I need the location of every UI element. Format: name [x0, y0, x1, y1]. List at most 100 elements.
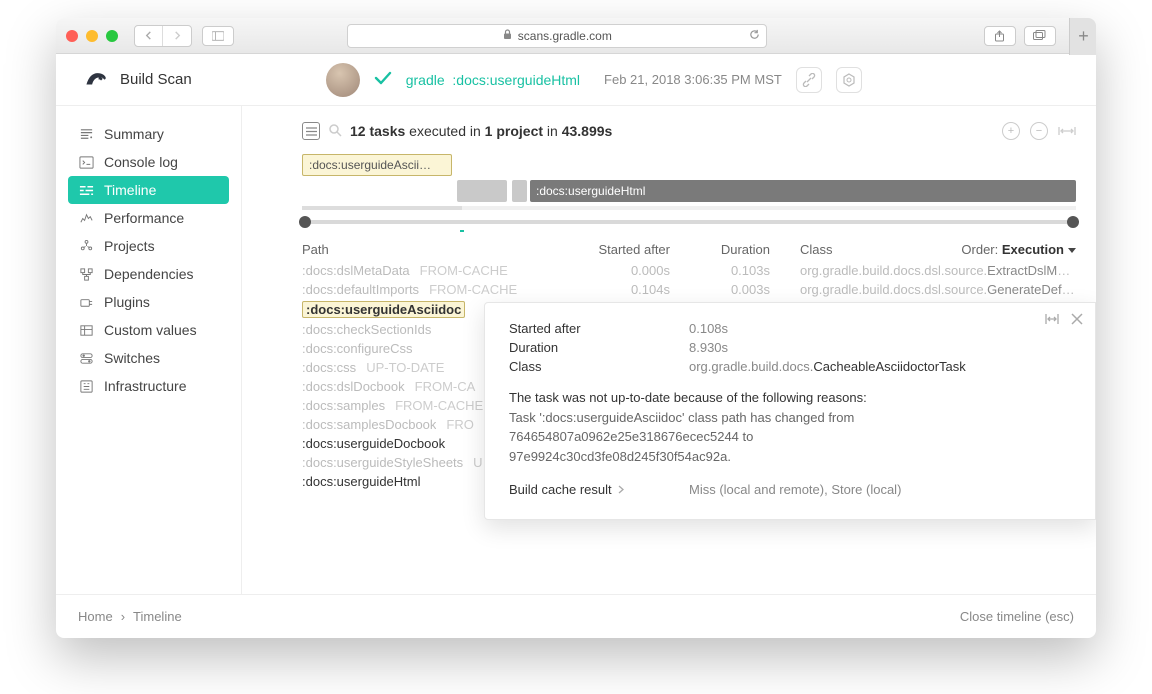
detail-duration-value: 8.930s: [689, 340, 728, 355]
table-header: Path Started after Duration Class Order:…: [302, 238, 1076, 261]
sidebar-item-switches[interactable]: Switches: [68, 344, 229, 372]
sidebar-item-console[interactable]: Console log: [68, 148, 229, 176]
sidebar-item-projects[interactable]: Projects: [68, 232, 229, 260]
sidebar-item-performance[interactable]: Performance: [68, 204, 229, 232]
sidebar-item-timeline[interactable]: Timeline: [68, 176, 229, 204]
gradle-icon: [84, 68, 110, 92]
detail-duration-label: Duration: [509, 340, 689, 355]
detail-started-value: 0.108s: [689, 321, 728, 336]
app-header: Build Scan gradle :docs:userguideHtml Fe…: [56, 54, 1096, 106]
sidebar-label: Infrastructure: [104, 378, 186, 394]
table-row[interactable]: :docs:dslMetaDataFROM-CACHE0.000s0.103so…: [302, 261, 1076, 280]
minimize-window-button[interactable]: [86, 30, 98, 42]
plugins-icon: [78, 295, 94, 310]
avatar[interactable]: [326, 63, 360, 97]
new-tab-button[interactable]: +: [1069, 18, 1096, 55]
dependencies-icon: [78, 267, 94, 282]
sidebar-label: Dependencies: [104, 266, 194, 282]
timeline-axis[interactable]: [302, 220, 1076, 224]
gantt-chip-selected[interactable]: :docs:userguideAscii…: [302, 154, 452, 176]
footer: Home › Timeline Close timeline (esc): [56, 594, 1096, 638]
sidebar-label: Switches: [104, 350, 160, 366]
search-icon[interactable]: [328, 123, 342, 140]
summary-text: 12 tasks executed in 1 project in 43.899…: [350, 123, 612, 139]
sidebar-label: Timeline: [104, 182, 156, 198]
sidebar-item-custom-values[interactable]: Custom values: [68, 316, 229, 344]
close-icon[interactable]: [1071, 313, 1083, 328]
tabs-button[interactable]: [1024, 26, 1056, 46]
console-icon: [78, 155, 94, 170]
app-logo[interactable]: Build Scan: [84, 68, 192, 92]
link-icon[interactable]: [796, 67, 822, 93]
custom-values-icon: [78, 323, 94, 338]
breadcrumb-sep: ›: [121, 609, 125, 624]
zoom-out-button[interactable]: −: [1030, 122, 1048, 140]
table-row[interactable]: :docs:defaultImportsFROM-CACHE0.104s0.00…: [302, 280, 1076, 299]
reload-icon[interactable]: [749, 29, 760, 43]
zoom-window-button[interactable]: [106, 30, 118, 42]
lock-icon: [503, 29, 512, 43]
sidebar-label: Plugins: [104, 294, 150, 310]
build-name[interactable]: gradle :docs:userguideHtml: [406, 72, 580, 88]
sidebar-label: Projects: [104, 238, 155, 254]
back-button[interactable]: [135, 26, 163, 46]
success-check-icon: [374, 69, 392, 90]
sidebar-label: Console log: [104, 154, 178, 170]
sidebar: Summary Console log Timeline Performance…: [56, 106, 242, 594]
sidebar-label: Custom values: [104, 322, 197, 338]
col-order[interactable]: Order: Execution: [860, 242, 1076, 257]
col-class[interactable]: Class: [770, 242, 860, 257]
projects-icon: [78, 239, 94, 254]
share-button[interactable]: [984, 26, 1016, 46]
sidebar-label: Performance: [104, 210, 184, 226]
detail-class-value: org.gradle.build.docs.CacheableAsciidoct…: [689, 359, 966, 374]
gantt-chip[interactable]: [512, 180, 527, 202]
sidebar-toggle-button[interactable]: [202, 26, 234, 46]
build-timestamp: Feb 21, 2018 3:06:35 PM MST: [604, 72, 782, 87]
detail-cache-value: Miss (local and remote), Store (local): [689, 482, 901, 497]
forward-button[interactable]: [163, 26, 191, 46]
timeline-tools: + −: [1002, 122, 1076, 140]
timeline-icon: [78, 183, 94, 198]
switches-icon: [78, 351, 94, 366]
detail-started-label: Started after: [509, 321, 689, 336]
settings-hex-icon[interactable]: [836, 67, 862, 93]
zoom-in-button[interactable]: +: [1002, 122, 1020, 140]
sidebar-item-infrastructure[interactable]: Infrastructure: [68, 372, 229, 400]
list-view-icon[interactable]: [302, 122, 320, 140]
detail-reason: The task was not up-to-date because of t…: [509, 388, 949, 466]
breadcrumb: Home › Timeline: [78, 609, 182, 624]
window-controls: [66, 30, 118, 42]
app-title: Build Scan: [120, 71, 192, 88]
summary-line: 12 tasks executed in 1 project in 43.899…: [302, 122, 1076, 140]
main-panel: 12 tasks executed in 1 project in 43.899…: [242, 106, 1096, 594]
gantt-chip[interactable]: [457, 180, 507, 202]
breadcrumb-home[interactable]: Home: [78, 609, 113, 624]
task-details-panel: Started after 0.108s Duration 8.930s Cla…: [484, 302, 1096, 520]
close-timeline-link[interactable]: Close timeline (esc): [960, 609, 1074, 624]
col-started[interactable]: Started after: [570, 242, 670, 257]
nav-buttons: [134, 25, 192, 47]
chevron-right-icon: [618, 485, 625, 494]
gantt-chip-current[interactable]: :docs:userguideHtml: [530, 180, 1076, 202]
detail-class-label: Class: [509, 359, 689, 374]
fit-width-icon[interactable]: [1058, 122, 1076, 140]
gantt-area[interactable]: :docs:userguideAscii… :docs:userguideHtm…: [302, 154, 1076, 224]
sidebar-item-dependencies[interactable]: Dependencies: [68, 260, 229, 288]
infrastructure-icon: [78, 379, 94, 394]
close-window-button[interactable]: [66, 30, 78, 42]
col-path[interactable]: Path: [302, 242, 570, 257]
address-text: scans.gradle.com: [518, 29, 612, 43]
sidebar-item-summary[interactable]: Summary: [68, 120, 229, 148]
detail-cache-label[interactable]: Build cache result: [509, 482, 689, 497]
collapse-icon[interactable]: [1045, 313, 1059, 328]
summary-icon: [78, 127, 94, 142]
sidebar-label: Summary: [104, 126, 164, 142]
breadcrumb-section[interactable]: Timeline: [133, 609, 182, 624]
browser-titlebar: scans.gradle.com +: [56, 18, 1096, 54]
browser-window: scans.gradle.com + Build Scan: [56, 18, 1096, 638]
sidebar-item-plugins[interactable]: Plugins: [68, 288, 229, 316]
col-duration[interactable]: Duration: [670, 242, 770, 257]
address-bar[interactable]: scans.gradle.com: [347, 24, 767, 48]
performance-icon: [78, 211, 94, 226]
